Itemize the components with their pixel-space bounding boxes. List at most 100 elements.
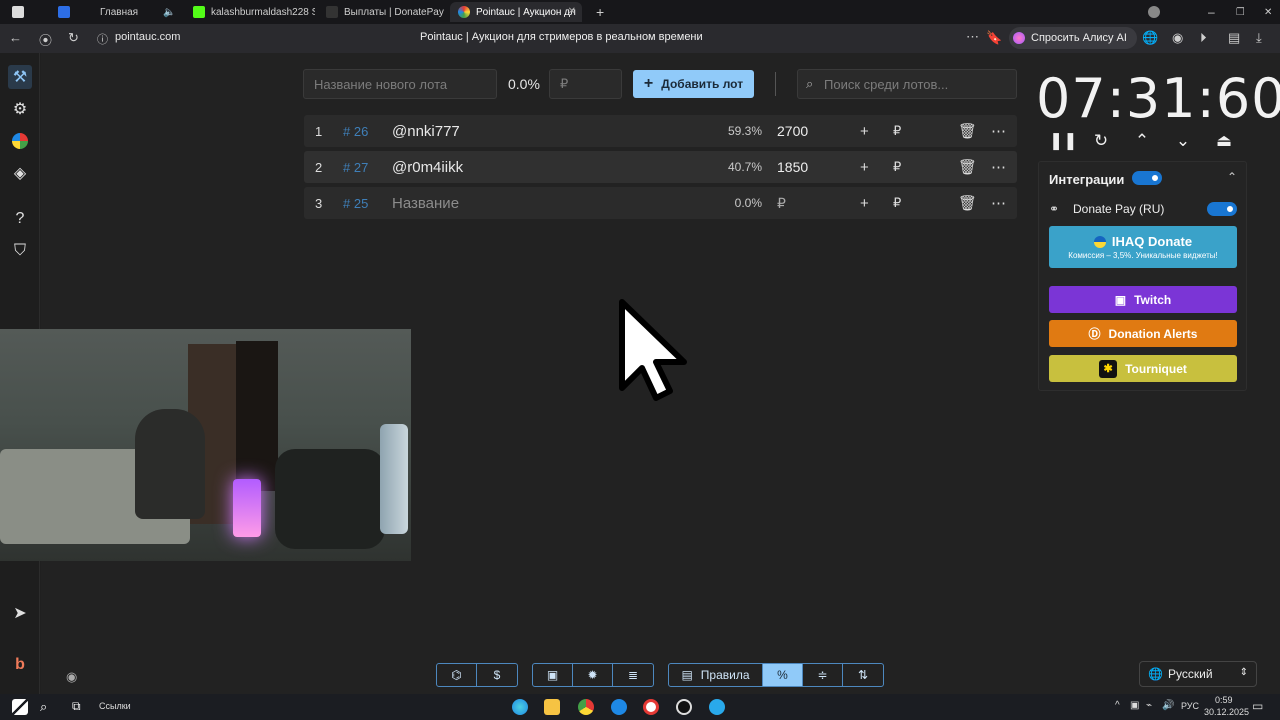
- tab-pointauc[interactable]: Pointauc | Аукцион дл ✕: [450, 2, 582, 22]
- reload-icon[interactable]: ↻: [68, 30, 79, 46]
- shield-icon[interactable]: ⛉: [8, 239, 32, 263]
- rules-button[interactable]: ▤ Правила: [669, 664, 763, 686]
- language-select[interactable]: 🌐 Русский ⇕: [1139, 661, 1257, 687]
- integrations-title: Интеграции: [1049, 172, 1125, 187]
- new-lot-name-input[interactable]: Название нового лота: [303, 69, 497, 99]
- add-amount-icon[interactable]: +: [860, 159, 869, 176]
- media-icon[interactable]: ⏵: [1200, 30, 1207, 46]
- donate-icon[interactable]: $: [477, 664, 517, 686]
- ask-alice-button[interactable]: Спросить Алису AI: [1009, 27, 1137, 49]
- search-icon[interactable]: ⌕: [40, 699, 56, 715]
- lot-row[interactable]: 3 # 25 Название 0.0% ₽ + ₽ 🗑 ⋯: [304, 187, 1017, 219]
- pause-icon[interactable]: ❚❚: [1049, 131, 1078, 151]
- new-tab-button[interactable]: +: [588, 2, 606, 22]
- chevron-down-icon[interactable]: ⌄: [1172, 131, 1194, 151]
- yandex-browser-icon[interactable]: [643, 699, 659, 715]
- ihaq-icon: [1093, 235, 1106, 248]
- sort-icon[interactable]: ⇅: [843, 664, 883, 686]
- downloads-icon[interactable]: ⤓: [1256, 30, 1262, 46]
- browser-menu-button[interactable]: [4, 2, 24, 22]
- donatepay-toggle[interactable]: [1207, 202, 1237, 216]
- tray-app-icon[interactable]: ▣: [1130, 700, 1139, 711]
- close-tab-icon[interactable]: ✕: [568, 6, 576, 17]
- add-amount-icon[interactable]: +: [860, 123, 869, 140]
- more-options-icon[interactable]: ⋯: [991, 194, 1006, 212]
- address-bar[interactable]: pointauc.com: [115, 31, 180, 43]
- visibility-icon[interactable]: ◉: [66, 669, 77, 685]
- translate-icon[interactable]: 🌐: [1142, 30, 1158, 46]
- add-lot-button[interactable]: + Добавить лот: [633, 70, 754, 98]
- site-info-icon[interactable]: ⓘ: [97, 31, 108, 47]
- integrations-toggle[interactable]: [1132, 171, 1162, 185]
- help-icon[interactable]: ?: [8, 207, 32, 231]
- maximize-button[interactable]: ❐: [1228, 2, 1244, 22]
- ihaq-donate-button[interactable]: IHAQ Donate Комиссия – 3,5%. Уникальные …: [1049, 226, 1237, 268]
- delete-icon[interactable]: 🗑: [958, 122, 977, 140]
- wheel-icon[interactable]: [8, 129, 32, 153]
- check-app-icon[interactable]: [611, 699, 627, 715]
- lot-name[interactable]: @r0m4iikk: [392, 159, 463, 176]
- bug-icon[interactable]: ✹: [573, 664, 613, 686]
- boosty-icon[interactable]: b: [8, 653, 32, 677]
- mute-icon[interactable]: 🔈: [155, 2, 175, 22]
- delete-icon[interactable]: 🗑: [958, 158, 977, 176]
- task-view-icon[interactable]: ⧉: [72, 699, 88, 715]
- reset-icon[interactable]: ↻: [1090, 131, 1112, 151]
- percent-toggle[interactable]: %: [763, 664, 803, 686]
- obs-icon[interactable]: [676, 699, 692, 715]
- telegram-icon[interactable]: [709, 699, 725, 715]
- collections-icon[interactable]: ▤: [1228, 30, 1240, 46]
- tourniquet-button[interactable]: ✱ Tourniquet: [1049, 355, 1237, 382]
- lot-amount[interactable]: 1850: [777, 159, 808, 175]
- telegram-icon[interactable]: ➤: [8, 601, 32, 625]
- layers-icon[interactable]: ◈: [8, 161, 32, 185]
- twitch-button[interactable]: ▣ Twitch: [1049, 286, 1237, 313]
- lot-row[interactable]: 2 # 27 @r0m4iikk 40.7% 1850 + ₽ 🗑 ⋯: [304, 151, 1017, 183]
- network-icon[interactable]: ⌁: [1146, 700, 1152, 711]
- profile-avatar[interactable]: [1140, 2, 1160, 22]
- tab-donatepay[interactable]: Выплаты | DonatePay: [318, 2, 448, 22]
- double-chevron-up-icon[interactable]: ⏏: [1213, 131, 1235, 151]
- back-icon[interactable]: ←: [9, 30, 22, 45]
- settings-icon[interactable]: ⚙: [8, 97, 32, 121]
- collapse-icon[interactable]: ⌃: [1227, 170, 1237, 184]
- lot-name[interactable]: @nnki777: [392, 123, 460, 140]
- close-window-button[interactable]: ✕: [1256, 2, 1272, 22]
- links-toolbar[interactable]: Ссылки: [99, 701, 131, 711]
- compact-icon[interactable]: ≑: [803, 664, 843, 686]
- lot-search-input[interactable]: ⌕ Поиск среди лотов...: [797, 69, 1017, 99]
- input-language[interactable]: РУС: [1181, 701, 1199, 711]
- add-amount-icon[interactable]: +: [860, 195, 869, 212]
- file-explorer-icon[interactable]: [544, 699, 560, 715]
- auction-gavel-icon[interactable]: ⚒: [8, 65, 32, 89]
- lot-amount[interactable]: 2700: [777, 123, 808, 139]
- delete-icon[interactable]: 🗑: [958, 194, 977, 212]
- volume-icon[interactable]: 🔊: [1162, 700, 1174, 711]
- chevron-up-icon[interactable]: ⌃: [1131, 131, 1153, 151]
- clock-date[interactable]: 30.12.2025: [1204, 707, 1249, 717]
- more-options-icon[interactable]: ⋯: [991, 158, 1006, 176]
- notifications-icon[interactable]: ▭: [1252, 699, 1263, 713]
- more-icon[interactable]: ⋯: [966, 29, 979, 45]
- lot-row[interactable]: 1 # 26 @nnki777 59.3% 2700 + ₽ 🗑 ⋯: [304, 115, 1017, 147]
- tray-arrow-icon[interactable]: ^: [1115, 700, 1120, 711]
- extensions-icon[interactable]: ⦿: [39, 30, 52, 49]
- new-lot-amount-input[interactable]: ₽: [549, 69, 622, 99]
- save-icon[interactable]: ▣: [533, 664, 573, 686]
- donatepay-link-icon: ⚭: [1049, 202, 1060, 216]
- edge-icon[interactable]: [512, 699, 528, 715]
- start-icon[interactable]: [12, 699, 28, 715]
- clear-list-icon[interactable]: ≣: [613, 664, 653, 686]
- tab-home[interactable]: Главная: [50, 2, 160, 22]
- bookmark-icon[interactable]: 🔖: [986, 30, 1002, 46]
- clock-time[interactable]: 0:59: [1215, 695, 1233, 705]
- minimize-button[interactable]: –: [1200, 2, 1216, 22]
- more-options-icon[interactable]: ⋯: [991, 122, 1006, 140]
- chrome-icon[interactable]: [578, 699, 594, 715]
- lot-name[interactable]: Название: [392, 195, 459, 212]
- lot-amount[interactable]: ₽: [777, 195, 786, 212]
- donation-alerts-button[interactable]: Ⓓ Donation Alerts: [1049, 320, 1237, 347]
- extension-icon[interactable]: ◉: [1172, 30, 1183, 46]
- github-icon[interactable]: ⌬: [437, 664, 477, 686]
- tab-kick-stream[interactable]: kalashburmaldash228 Stre: [185, 2, 315, 22]
